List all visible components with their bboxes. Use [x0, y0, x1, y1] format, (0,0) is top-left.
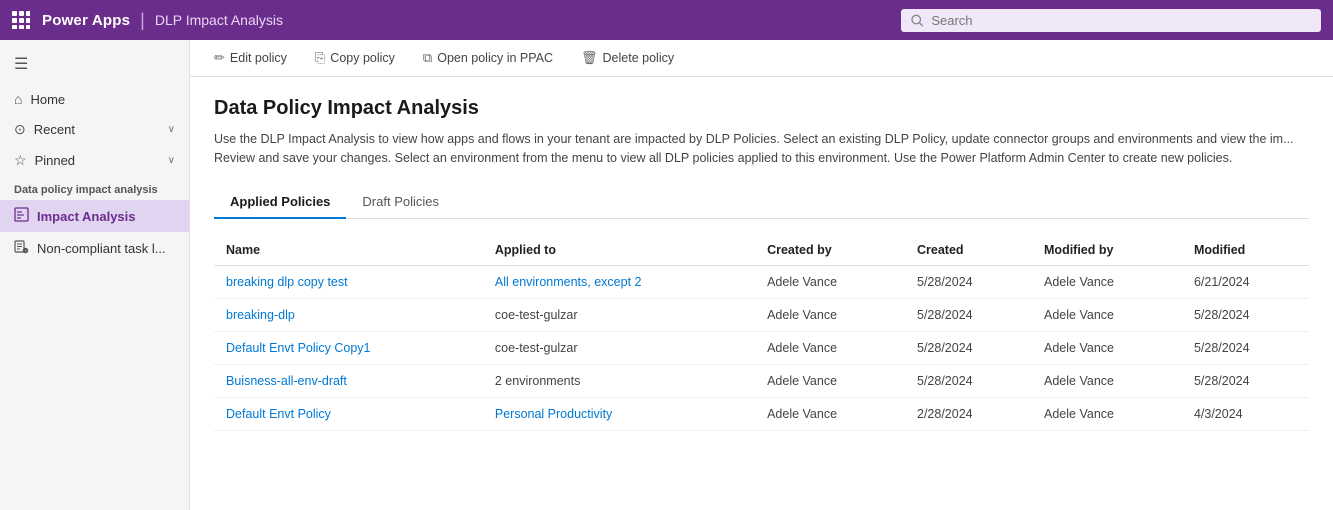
copy-policy-label: Copy policy	[330, 51, 395, 65]
sidebar-home-label: Home	[30, 92, 65, 107]
col-created: Created	[905, 235, 1032, 266]
sidebar-noncompliant-label: Non-compliant task l...	[37, 241, 166, 256]
table-row: Default Envt Policy Copy1 coe-test-gulza…	[214, 331, 1309, 364]
row-created: 5/28/2024	[905, 265, 1032, 298]
row-modified-by: Adele Vance	[1032, 265, 1182, 298]
delete-policy-button[interactable]: 🗑 Delete policy	[577, 48, 678, 68]
page-header: Data Policy Impact Analysis Use the DLP …	[214, 97, 1309, 168]
row-name[interactable]: breaking-dlp	[214, 298, 483, 331]
sidebar-recent-label: Recent	[34, 122, 75, 137]
tab-draft-policies[interactable]: Draft Policies	[346, 186, 455, 219]
sidebar-impact-label: Impact Analysis	[37, 209, 136, 224]
sidebar-item-home[interactable]: ⌂ Home	[0, 84, 189, 114]
row-modified-by: Adele Vance	[1032, 331, 1182, 364]
table-row: breaking dlp copy test All environments,…	[214, 265, 1309, 298]
row-created: 5/28/2024	[905, 364, 1032, 397]
row-created-by: Adele Vance	[755, 265, 905, 298]
row-applied-to[interactable]: Personal Productivity	[483, 397, 755, 430]
edit-policy-button[interactable]: ✏ Edit policy	[210, 48, 291, 68]
table-row: Default Envt Policy Personal Productivit…	[214, 397, 1309, 430]
row-created: 5/28/2024	[905, 298, 1032, 331]
edit-icon: ✏	[214, 50, 225, 66]
nav-separator: |	[140, 10, 145, 31]
copy-policy-button[interactable]: ⎘ Copy policy	[311, 48, 399, 68]
row-modified-by: Adele Vance	[1032, 298, 1182, 331]
policies-table-container: Name Applied to Created by Created Modif…	[214, 235, 1309, 431]
svg-text:✓: ✓	[25, 248, 28, 253]
table-row: Buisness-all-env-draft 2 environments Ad…	[214, 364, 1309, 397]
row-applied-to: coe-test-gulzar	[483, 331, 755, 364]
row-modified-by: Adele Vance	[1032, 364, 1182, 397]
row-created-by: Adele Vance	[755, 331, 905, 364]
edit-policy-label: Edit policy	[230, 51, 287, 65]
row-modified-by: Adele Vance	[1032, 397, 1182, 430]
impact-analysis-icon	[14, 207, 29, 225]
col-created-by: Created by	[755, 235, 905, 266]
col-modified: Modified	[1182, 235, 1309, 266]
recent-icon: ⊙	[14, 121, 26, 138]
row-created: 2/28/2024	[905, 397, 1032, 430]
table-body: breaking dlp copy test All environments,…	[214, 265, 1309, 430]
row-name[interactable]: Default Envt Policy	[214, 397, 483, 430]
row-applied-to: 2 environments	[483, 364, 755, 397]
page-description: Use the DLP Impact Analysis to view how …	[214, 130, 1309, 168]
row-created-by: Adele Vance	[755, 298, 905, 331]
home-icon: ⌂	[14, 91, 22, 107]
pinned-chevron-icon: ∨	[168, 155, 175, 166]
sidebar-pinned-label: Pinned	[35, 153, 75, 168]
open-policy-ppac-button[interactable]: ⧉ Open policy in PPAC	[419, 48, 557, 68]
layout: ☰ ⌂ Home ⊙ Recent ∨ ☆ Pinned ∨ Data poli…	[0, 40, 1333, 510]
search-box[interactable]	[901, 9, 1321, 32]
policies-table: Name Applied to Created by Created Modif…	[214, 235, 1309, 431]
row-modified: 5/28/2024	[1182, 331, 1309, 364]
col-modified-by: Modified by	[1032, 235, 1182, 266]
sidebar: ☰ ⌂ Home ⊙ Recent ∨ ☆ Pinned ∨ Data poli…	[0, 40, 190, 510]
row-modified: 5/28/2024	[1182, 364, 1309, 397]
sidebar-item-pinned[interactable]: ☆ Pinned ∨	[0, 145, 189, 176]
tab-applied-policies[interactable]: Applied Policies	[214, 186, 346, 219]
table-row: breaking-dlp coe-test-gulzar Adele Vance…	[214, 298, 1309, 331]
row-modified: 5/28/2024	[1182, 298, 1309, 331]
noncompliant-icon: ✓	[14, 239, 29, 257]
row-name[interactable]: Default Envt Policy Copy1	[214, 331, 483, 364]
sidebar-item-recent[interactable]: ⊙ Recent ∨	[0, 114, 189, 145]
sidebar-item-impact-analysis[interactable]: Impact Analysis	[0, 200, 189, 232]
sidebar-section-label: Data policy impact analysis	[0, 176, 189, 200]
search-icon	[911, 14, 923, 27]
tabs-bar: Applied Policies Draft Policies	[214, 186, 1309, 219]
row-applied-to: coe-test-gulzar	[483, 298, 755, 331]
row-created-by: Adele Vance	[755, 397, 905, 430]
content-body: Data Policy Impact Analysis Use the DLP …	[190, 77, 1333, 510]
waffle-icon[interactable]	[12, 11, 30, 29]
nav-page-title: DLP Impact Analysis	[155, 12, 283, 28]
toolbar: ✏ Edit policy ⎘ Copy policy ⧉ Open polic…	[190, 40, 1333, 77]
row-created-by: Adele Vance	[755, 364, 905, 397]
row-name[interactable]: Buisness-all-env-draft	[214, 364, 483, 397]
hamburger-button[interactable]: ☰	[0, 48, 189, 84]
search-input[interactable]	[931, 13, 1311, 28]
table-header-row: Name Applied to Created by Created Modif…	[214, 235, 1309, 266]
open-icon: ⧉	[423, 50, 432, 66]
open-ppac-label: Open policy in PPAC	[437, 51, 553, 65]
row-modified: 6/21/2024	[1182, 265, 1309, 298]
copy-icon: ⎘	[315, 50, 325, 66]
delete-icon: 🗑	[581, 50, 598, 66]
col-name: Name	[214, 235, 483, 266]
page-title: Data Policy Impact Analysis	[214, 97, 1309, 120]
row-modified: 4/3/2024	[1182, 397, 1309, 430]
row-name[interactable]: breaking dlp copy test	[214, 265, 483, 298]
app-title: Power Apps	[42, 12, 130, 29]
row-applied-to[interactable]: All environments, except 2	[483, 265, 755, 298]
top-nav: Power Apps | DLP Impact Analysis	[0, 0, 1333, 40]
recent-chevron-icon: ∨	[168, 124, 175, 135]
sidebar-item-noncompliant[interactable]: ✓ Non-compliant task l...	[0, 232, 189, 264]
pin-icon: ☆	[14, 152, 27, 169]
main-content: ✏ Edit policy ⎘ Copy policy ⧉ Open polic…	[190, 40, 1333, 510]
col-applied-to: Applied to	[483, 235, 755, 266]
row-created: 5/28/2024	[905, 331, 1032, 364]
delete-policy-label: Delete policy	[603, 51, 675, 65]
